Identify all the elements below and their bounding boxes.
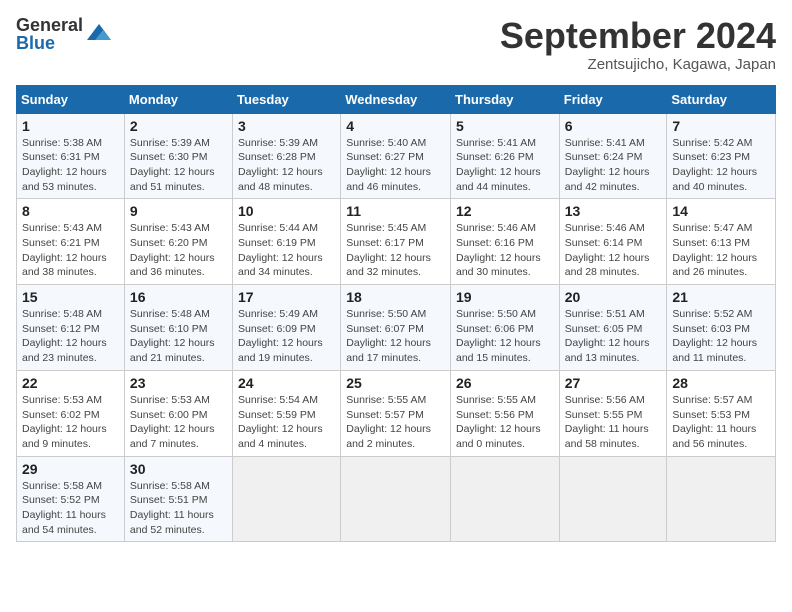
calendar-day-17: 17Sunrise: 5:49 AMSunset: 6:09 PMDayligh… <box>233 285 341 371</box>
calendar-day-8: 8Sunrise: 5:43 AMSunset: 6:21 PMDaylight… <box>17 199 125 285</box>
calendar-day-12: 12Sunrise: 5:46 AMSunset: 6:16 PMDayligh… <box>451 199 560 285</box>
calendar-day-25: 25Sunrise: 5:55 AMSunset: 5:57 PMDayligh… <box>341 370 451 456</box>
calendar-day-4: 4Sunrise: 5:40 AMSunset: 6:27 PMDaylight… <box>341 113 451 199</box>
calendar-day-26: 26Sunrise: 5:55 AMSunset: 5:56 PMDayligh… <box>451 370 560 456</box>
calendar-day-28: 28Sunrise: 5:57 AMSunset: 5:53 PMDayligh… <box>667 370 776 456</box>
calendar-empty-cell <box>559 456 667 542</box>
weekday-header-wednesday: Wednesday <box>341 85 451 113</box>
calendar-day-18: 18Sunrise: 5:50 AMSunset: 6:07 PMDayligh… <box>341 285 451 371</box>
calendar-day-30: 30Sunrise: 5:58 AMSunset: 5:51 PMDayligh… <box>124 456 232 542</box>
calendar-day-19: 19Sunrise: 5:50 AMSunset: 6:06 PMDayligh… <box>451 285 560 371</box>
calendar-day-7: 7Sunrise: 5:42 AMSunset: 6:23 PMDaylight… <box>667 113 776 199</box>
calendar-day-10: 10Sunrise: 5:44 AMSunset: 6:19 PMDayligh… <box>233 199 341 285</box>
calendar-day-1: 1Sunrise: 5:38 AMSunset: 6:31 PMDaylight… <box>17 113 125 199</box>
calendar-week-row: 15Sunrise: 5:48 AMSunset: 6:12 PMDayligh… <box>17 285 776 371</box>
logo: General Blue <box>16 16 113 52</box>
calendar-empty-cell <box>667 456 776 542</box>
calendar-empty-cell <box>233 456 341 542</box>
calendar-day-5: 5Sunrise: 5:41 AMSunset: 6:26 PMDaylight… <box>451 113 560 199</box>
calendar-day-14: 14Sunrise: 5:47 AMSunset: 6:13 PMDayligh… <box>667 199 776 285</box>
weekday-header-sunday: Sunday <box>17 85 125 113</box>
calendar-day-15: 15Sunrise: 5:48 AMSunset: 6:12 PMDayligh… <box>17 285 125 371</box>
logo-general-text: General <box>16 16 83 34</box>
calendar-week-row: 1Sunrise: 5:38 AMSunset: 6:31 PMDaylight… <box>17 113 776 199</box>
calendar-day-9: 9Sunrise: 5:43 AMSunset: 6:20 PMDaylight… <box>124 199 232 285</box>
title-section: September 2024 Zentsujicho, Kagawa, Japa… <box>500 16 776 73</box>
calendar-empty-cell <box>341 456 451 542</box>
weekday-header-tuesday: Tuesday <box>233 85 341 113</box>
calendar-day-23: 23Sunrise: 5:53 AMSunset: 6:00 PMDayligh… <box>124 370 232 456</box>
calendar-week-row: 8Sunrise: 5:43 AMSunset: 6:21 PMDaylight… <box>17 199 776 285</box>
weekday-header-friday: Friday <box>559 85 667 113</box>
calendar-table: SundayMondayTuesdayWednesdayThursdayFrid… <box>16 85 776 543</box>
calendar-day-6: 6Sunrise: 5:41 AMSunset: 6:24 PMDaylight… <box>559 113 667 199</box>
calendar-day-16: 16Sunrise: 5:48 AMSunset: 6:10 PMDayligh… <box>124 285 232 371</box>
weekday-header-saturday: Saturday <box>667 85 776 113</box>
weekday-header-monday: Monday <box>124 85 232 113</box>
calendar-day-3: 3Sunrise: 5:39 AMSunset: 6:28 PMDaylight… <box>233 113 341 199</box>
calendar-day-22: 22Sunrise: 5:53 AMSunset: 6:02 PMDayligh… <box>17 370 125 456</box>
calendar-day-11: 11Sunrise: 5:45 AMSunset: 6:17 PMDayligh… <box>341 199 451 285</box>
calendar-day-20: 20Sunrise: 5:51 AMSunset: 6:05 PMDayligh… <box>559 285 667 371</box>
weekday-header-thursday: Thursday <box>451 85 560 113</box>
location: Zentsujicho, Kagawa, Japan <box>500 56 776 73</box>
calendar-empty-cell <box>451 456 560 542</box>
logo-blue-text: Blue <box>16 34 83 52</box>
logo-icon <box>85 20 113 48</box>
calendar-day-29: 29Sunrise: 5:58 AMSunset: 5:52 PMDayligh… <box>17 456 125 542</box>
month-title: September 2024 <box>500 16 776 56</box>
calendar-day-24: 24Sunrise: 5:54 AMSunset: 5:59 PMDayligh… <box>233 370 341 456</box>
page-header: General Blue September 2024 Zentsujicho,… <box>16 16 776 73</box>
calendar-day-27: 27Sunrise: 5:56 AMSunset: 5:55 PMDayligh… <box>559 370 667 456</box>
calendar-week-row: 22Sunrise: 5:53 AMSunset: 6:02 PMDayligh… <box>17 370 776 456</box>
calendar-week-row: 29Sunrise: 5:58 AMSunset: 5:52 PMDayligh… <box>17 456 776 542</box>
calendar-day-13: 13Sunrise: 5:46 AMSunset: 6:14 PMDayligh… <box>559 199 667 285</box>
calendar-header-row: SundayMondayTuesdayWednesdayThursdayFrid… <box>17 85 776 113</box>
calendar-day-21: 21Sunrise: 5:52 AMSunset: 6:03 PMDayligh… <box>667 285 776 371</box>
calendar-day-2: 2Sunrise: 5:39 AMSunset: 6:30 PMDaylight… <box>124 113 232 199</box>
